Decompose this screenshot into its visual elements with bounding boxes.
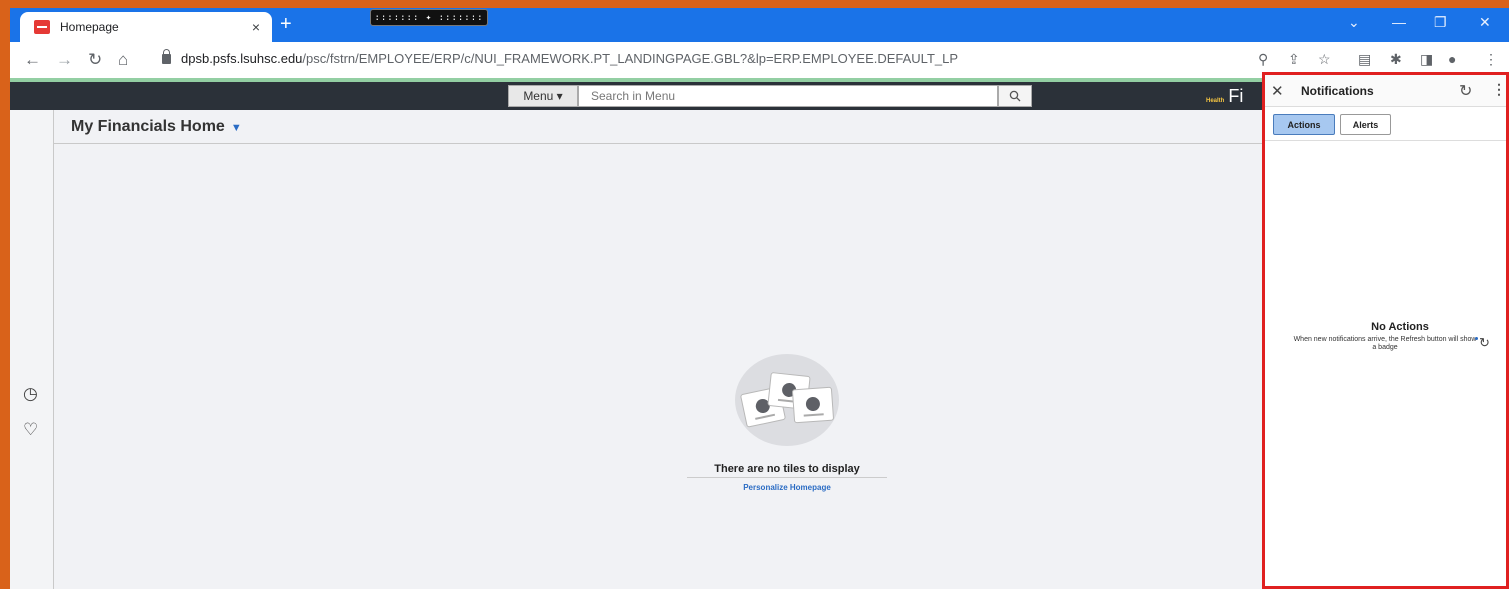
empty-state-divider	[687, 477, 887, 478]
left-rail: ◷ ♡	[10, 110, 54, 589]
bookmark-star-icon[interactable]: ☆	[1318, 52, 1331, 66]
tab-alerts[interactable]: Alerts	[1340, 114, 1391, 135]
brand-logo: Health Fi	[1206, 86, 1243, 107]
notifications-tabs: Actions Alerts	[1273, 114, 1391, 135]
share-icon[interactable]: ⇪	[1288, 52, 1300, 66]
notifications-divider	[1265, 140, 1506, 141]
search-button[interactable]	[998, 85, 1032, 107]
home-icon[interactable]: ⌂	[118, 51, 128, 68]
tab-title: Homepage	[60, 20, 119, 34]
search-icon	[1009, 90, 1021, 102]
lock-icon	[162, 48, 171, 64]
extension-window-icon[interactable]: ▤	[1358, 52, 1371, 66]
no-actions-heading: No Actions	[1371, 321, 1429, 333]
brand-text: Fi	[1228, 86, 1244, 106]
homepage-selector[interactable]: My Financials Home ▼	[71, 118, 242, 136]
favorites-heart-icon[interactable]: ♡	[23, 420, 38, 440]
reload-icon[interactable]: ↻	[88, 51, 102, 68]
menu-dropdown-button[interactable]: Menu ▾	[508, 85, 578, 107]
no-actions-message: When new notifications arrive, the Refre…	[1293, 336, 1477, 351]
notifications-header: ✕ Notifications ↻ ⋮	[1265, 75, 1506, 107]
no-tiles-illustration	[735, 354, 839, 446]
more-options-icon[interactable]: ⋮	[1492, 81, 1506, 98]
empty-state-message: There are no tiles to display	[714, 463, 860, 475]
notifications-panel: ✕ Notifications ↻ ⋮ Actions Alerts No Ac…	[1262, 72, 1509, 589]
notifications-title: Notifications	[1301, 84, 1374, 98]
brand-small-text: Health	[1206, 98, 1225, 104]
zoom-icon[interactable]: ⚲	[1258, 52, 1268, 66]
tab-close-icon[interactable]: ×	[252, 19, 260, 35]
tab-strip: Homepage × + ::::::: ✦ ::::::: ⌄ — ❐ ✕	[10, 8, 1509, 42]
close-window-icon[interactable]: ✕	[1479, 14, 1491, 31]
drag-handle-pill[interactable]: ::::::: ✦ :::::::	[370, 9, 488, 26]
new-tab-button[interactable]: +	[280, 14, 292, 34]
browser-tab-homepage[interactable]: Homepage ×	[20, 12, 272, 42]
page-title: My Financials Home	[71, 118, 225, 135]
close-icon[interactable]: ✕	[1271, 82, 1284, 100]
site-favicon-icon	[34, 20, 50, 34]
back-arrow-icon[interactable]: ←	[24, 51, 41, 68]
tab-actions[interactable]: Actions	[1273, 114, 1335, 135]
restore-icon[interactable]: ❐	[1434, 14, 1447, 31]
forward-arrow-icon[interactable]: →	[56, 51, 73, 68]
tile-card-icon	[791, 386, 835, 424]
refresh-badge-icon: ↻	[1475, 335, 1490, 350]
personalize-homepage-link[interactable]: Personalize Homepage	[687, 483, 887, 492]
homepage-content: My Financials Home ▼ There are no tiles t…	[54, 110, 1262, 589]
tab-search-chevron-icon[interactable]: ⌄	[1348, 14, 1360, 31]
minimize-icon[interactable]: —	[1392, 14, 1406, 30]
url-field[interactable]: dpsb.psfs.lsuhsc.edu/psc/fstrn/EMPLOYEE/…	[162, 48, 959, 66]
side-panel-icon[interactable]: ◨	[1420, 52, 1433, 66]
title-divider	[54, 143, 1262, 144]
browser-menu-icon[interactable]: ⋮	[1484, 52, 1498, 66]
extensions-puzzle-icon[interactable]: ✱	[1390, 52, 1402, 66]
url-domain: dpsb.psfs.lsuhsc.edu	[181, 51, 303, 66]
refresh-icon[interactable]: ↻	[1459, 81, 1472, 101]
recent-history-clock-icon[interactable]: ◷	[23, 384, 38, 404]
browser-window: Homepage × + ::::::: ✦ ::::::: ⌄ — ❐ ✕ ←…	[10, 8, 1509, 589]
caret-down-icon: ▼	[230, 122, 242, 134]
url-path: /psc/fstrn/EMPLOYEE/ERP/c/NUI_FRAMEWORK.…	[302, 51, 959, 66]
profile-avatar-icon[interactable]: ●	[1448, 52, 1456, 66]
menu-search-input[interactable]: Search in Menu	[578, 85, 998, 107]
